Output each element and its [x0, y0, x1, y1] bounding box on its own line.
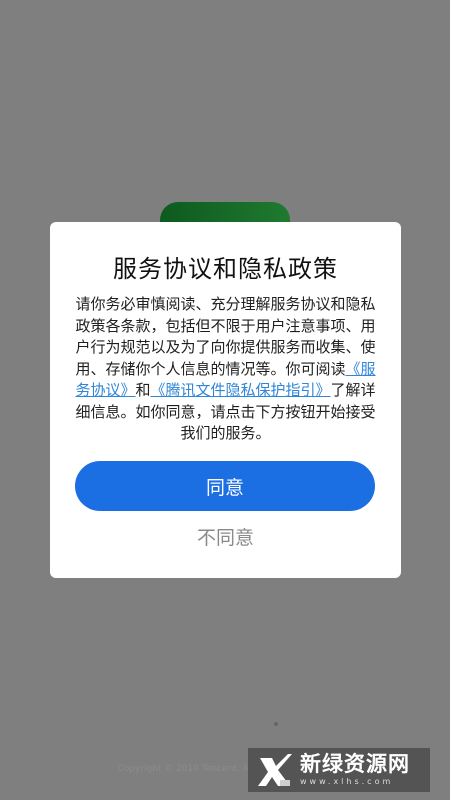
body-and: 和	[135, 381, 151, 399]
dialog-body: 请你务必审慎阅读、充分理解服务协议和隐私政策各条款，包括但不限于用户注意事项、用…	[74, 294, 377, 445]
watermark-title: 新绿资源网	[300, 752, 410, 776]
disagree-button[interactable]: 不同意	[50, 523, 401, 550]
loading-dot	[274, 722, 278, 726]
body-intro: 请你务必审慎阅读、充分理解服务协议和隐私政策各条款，包括但不限于用户注意事项、用…	[75, 295, 376, 378]
privacy-dialog: 服务协议和隐私政策 请你务必审慎阅读、充分理解服务协议和隐私政策各条款，包括但不…	[50, 222, 401, 578]
privacy-guide-link[interactable]: 《腾讯文件隐私保护指引》	[151, 381, 331, 399]
agree-button[interactable]: 同意	[75, 461, 375, 511]
dialog-title: 服务协议和隐私政策	[113, 255, 338, 283]
watermark-badge: 新绿资源网 www.xlhs.com	[248, 748, 430, 792]
watermark-subtitle: www.xlhs.com	[300, 777, 394, 786]
xl-logo-icon	[258, 754, 292, 786]
